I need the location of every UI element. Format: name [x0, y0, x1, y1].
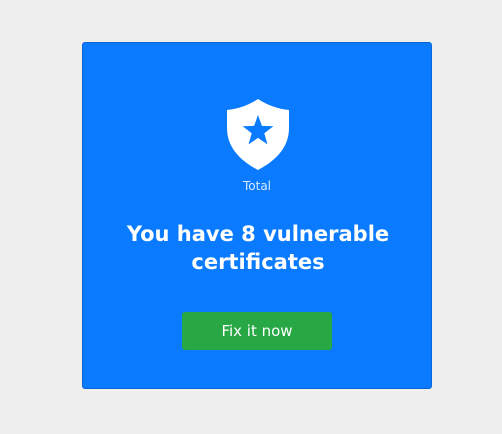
shield-star-icon	[227, 99, 289, 170]
vulnerable-count-headline: You have 8 vulnerable certificates	[126, 222, 390, 274]
fix-it-now-button[interactable]: Fix it now	[182, 312, 332, 350]
vulnerable-certificates-card: Total You have 8 vulnerable certificates…	[82, 42, 432, 389]
total-caption: Total	[242, 179, 272, 193]
